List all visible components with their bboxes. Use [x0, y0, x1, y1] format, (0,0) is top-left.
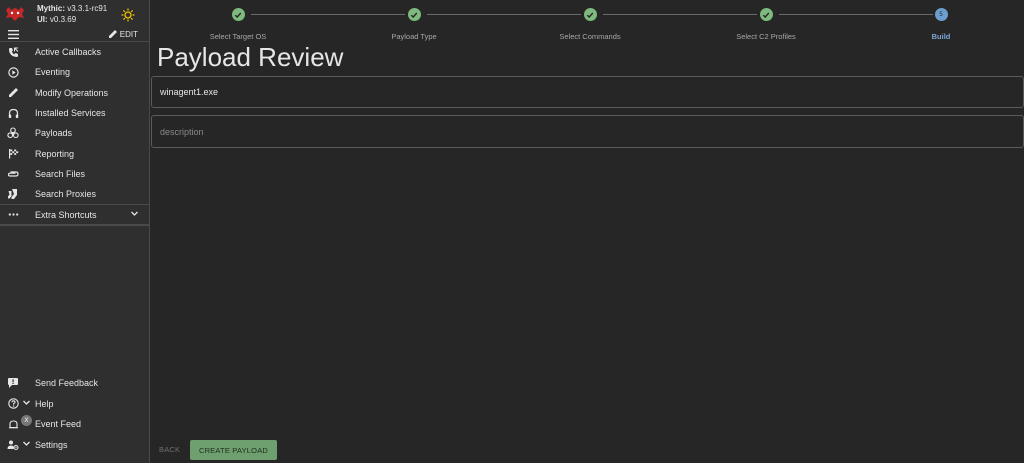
check-icon	[231, 8, 245, 21]
check-icon	[407, 8, 421, 21]
sidebar-nav: Active Callbacks Eventing Modify Operati…	[0, 42, 149, 227]
sidebar-item-help[interactable]: Help	[0, 394, 150, 415]
pencil-icon	[108, 30, 117, 38]
flag-icon	[7, 148, 19, 160]
ui-version-label: UI:	[37, 15, 48, 24]
step-payload-type: Payload Type	[354, 8, 474, 41]
sidebar-item-label: Active Callbacks	[35, 47, 102, 58]
edit-label: EDIT	[119, 29, 138, 39]
settings-icon	[7, 439, 19, 451]
brand-header: Mythic: v3.3.1-rc91 UI: v0.3.69	[0, 0, 149, 28]
sidebar-item-settings[interactable]: Settings	[0, 435, 150, 456]
step-select-target-os: Select Target OS	[178, 8, 298, 41]
create-payload-button[interactable]: CREATE PAYLOAD	[190, 440, 277, 460]
mythic-version-label: Mythic:	[37, 4, 65, 13]
more-horizontal-icon	[7, 209, 19, 221]
bell-icon: X	[7, 415, 32, 430]
sidebar-item-label: Modify Operations	[35, 87, 109, 98]
phone-callback-icon	[7, 46, 19, 58]
payload-description-field[interactable]: description	[151, 115, 1024, 148]
biohazard-icon	[7, 127, 19, 139]
sidebar-item-event-feed[interactable]: X Event Feed	[0, 414, 150, 435]
sidebar-item-label: Extra Shortcuts	[35, 209, 97, 220]
sidebar-item-label: Help	[35, 398, 54, 409]
chevron-down-icon[interactable]	[130, 209, 139, 220]
step-label: Select Target OS	[209, 32, 267, 41]
sidebar-item-active-callbacks[interactable]: Active Callbacks	[0, 42, 149, 62]
step-select-c2-profiles: Select C2 Profiles	[706, 8, 826, 41]
sidebar-item-installed-services[interactable]: Installed Services	[0, 103, 149, 123]
payload-filename-field[interactable]: winagent1.exe	[151, 76, 1024, 108]
sidebar-item-modify-operations[interactable]: Modify Operations	[0, 83, 149, 103]
mythic-version-value: v3.3.1-rc91	[67, 4, 108, 13]
sidebar-item-reporting[interactable]: Reporting	[0, 143, 149, 163]
step-number: 5	[934, 8, 948, 21]
sidebar-item-label: Eventing	[35, 67, 71, 78]
step-build: 5 Build	[881, 8, 1001, 41]
step-label: Select Commands	[559, 32, 621, 41]
sidebar-bottom-nav: Send Feedback Help X Event Feed Settings	[0, 373, 150, 455]
step-label: Payload Type	[391, 32, 437, 41]
sidebar: Mythic: v3.3.1-rc91 UI: v0.3.69 EDIT Act…	[0, 0, 150, 463]
chevron-down-icon[interactable]	[22, 439, 31, 450]
sidebar-item-label: Search Files	[35, 168, 86, 179]
sidebar-item-label: Reporting	[35, 148, 75, 159]
step-label: Select C2 Profiles	[736, 32, 796, 41]
sidebar-item-payloads[interactable]: Payloads	[0, 123, 149, 143]
menu-icon[interactable]	[8, 30, 19, 39]
description-placeholder: description	[160, 126, 204, 137]
check-icon	[759, 8, 773, 21]
feedback-icon	[7, 377, 19, 389]
headphones-icon	[7, 107, 19, 119]
edit-button[interactable]: EDIT	[108, 29, 138, 39]
play-circle-icon	[7, 66, 19, 78]
sidebar-item-label: Settings	[35, 439, 68, 450]
stepper: Select Target OS Payload Type Select Com…	[150, 0, 1024, 44]
sidebar-item-label: Payloads	[35, 128, 73, 139]
help-icon	[7, 398, 19, 410]
socks-icon	[7, 188, 19, 200]
sidebar-item-label: Send Feedback	[35, 378, 99, 389]
sidebar-item-eventing[interactable]: Eventing	[0, 62, 149, 82]
ui-version-value: v0.3.69	[49, 15, 77, 24]
check-icon	[583, 8, 597, 21]
main-content: Select Target OS Payload Type Select Com…	[150, 0, 1024, 463]
attachment-icon	[7, 168, 19, 180]
sidebar-item-search-files[interactable]: Search Files	[0, 164, 149, 184]
sidebar-item-label: Event Feed	[35, 419, 82, 430]
sidebar-controls: EDIT	[0, 28, 149, 42]
sidebar-item-search-proxies[interactable]: Search Proxies	[0, 184, 149, 204]
version-info: Mythic: v3.3.1-rc91 UI: v0.3.69	[37, 3, 107, 25]
back-button[interactable]: BACK	[159, 445, 180, 454]
notification-badge: X	[21, 415, 32, 427]
mythic-logo-icon[interactable]	[4, 5, 26, 23]
chevron-down-icon[interactable]	[22, 398, 31, 409]
step-select-commands: Select Commands	[530, 8, 650, 41]
payload-filename-value: winagent1.exe	[160, 87, 219, 97]
sidebar-item-label: Installed Services	[35, 108, 106, 119]
page-title: Payload Review	[157, 42, 344, 72]
pencil-icon	[7, 87, 19, 99]
sidebar-item-label: Search Proxies	[35, 189, 97, 200]
theme-toggle-sun-icon[interactable]	[121, 8, 135, 22]
sidebar-item-extra-shortcuts[interactable]: Extra Shortcuts	[0, 204, 149, 227]
step-label: Build	[931, 32, 951, 41]
sidebar-item-send-feedback[interactable]: Send Feedback	[0, 373, 150, 394]
